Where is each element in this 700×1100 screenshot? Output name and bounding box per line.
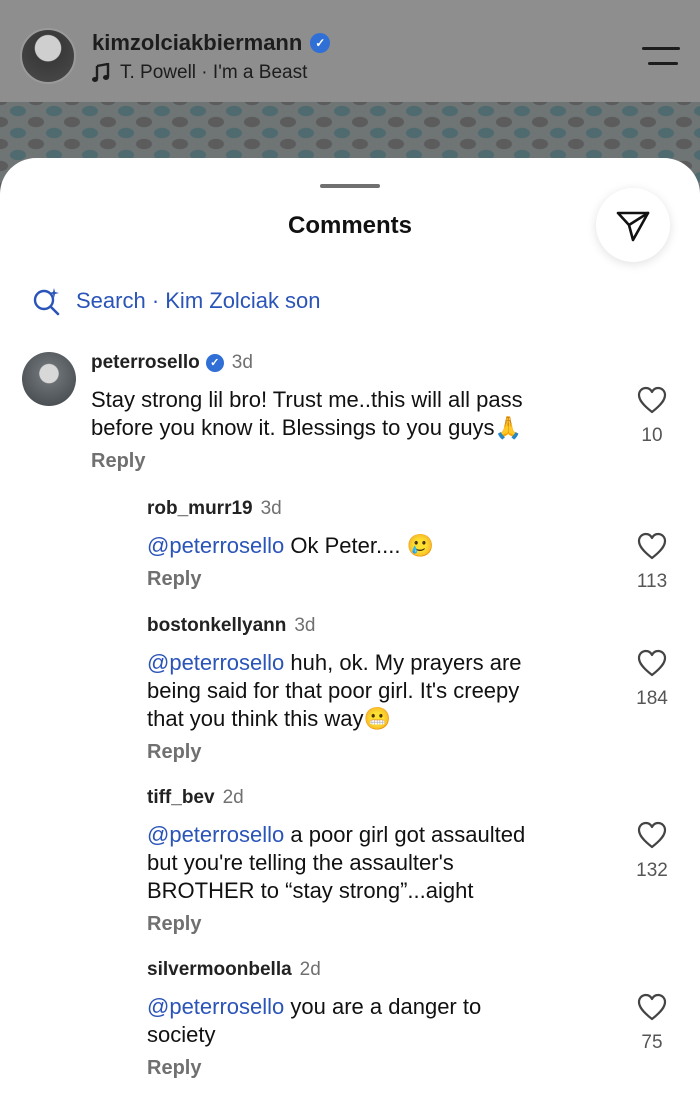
comment-line: @peterrosello Ok Peter.... 🥲 [147,532,617,560]
mention-link[interactable]: @peterrosello [147,650,284,675]
comment-line: Stay strong lil bro! Trust me..this will… [91,387,523,412]
comment-timestamp: 2d [299,959,321,980]
comment-line-text: you are a danger to [284,994,482,1019]
verified-badge-icon: ✓ [310,33,331,53]
comment-line: @peterrosello a poor girl got assaulted [147,821,617,849]
comment-line: @peterrosello huh, ok. My prayers are [147,649,617,677]
reel-author-avatar[interactable] [20,28,76,84]
avatar[interactable] [22,352,76,406]
sheet-grabber-handle[interactable] [320,184,380,188]
comment-timestamp: 2d [222,787,244,808]
comment-text: @peterrosello you are a danger to societ… [147,993,617,1049]
like-count: 113 [636,571,668,592]
comment-timestamp: 3d [260,498,282,519]
menu-icon[interactable] [642,44,680,68]
like-button[interactable]: 184 [634,649,670,710]
reply-button[interactable]: Reply [91,450,145,473]
comment-text: @peterrosello a poor girl got assaulted … [147,821,617,905]
comment-line: that you think this way😬 [147,706,391,731]
reel-author[interactable]: kimzolciakbiermann ✓ [92,30,331,56]
verified-badge-icon: ✓ [205,354,224,372]
comment-line: society [147,1022,216,1047]
comment-username[interactable]: tiff_bev [147,787,215,809]
share-button[interactable] [596,188,670,262]
comment-author[interactable]: tiff_bev 2d [147,787,244,809]
comment-username[interactable]: peterrosello [91,352,200,374]
mention-link[interactable]: @peterrosello [147,994,284,1019]
comments-sheet: Comments Search · Kim Zolciak son peterr… [0,158,700,1100]
comment-author[interactable]: rob_murr19 3d [147,498,282,520]
like-count: 75 [641,1032,663,1053]
like-button[interactable]: 132 [634,821,670,882]
heart-outline-icon [637,386,667,414]
music-note-icon [92,63,110,82]
like-button[interactable]: 10 [634,386,670,447]
like-button[interactable]: 113 [634,532,670,593]
reply-button[interactable]: Reply [147,568,201,591]
reel-author-username[interactable]: kimzolciakbiermann [92,30,302,56]
search-suggestion-label: Search · Kim Zolciak son [76,288,321,313]
paper-plane-icon [616,211,650,242]
mention-link[interactable]: @peterrosello [147,822,284,847]
reel-music-label: T. Powell · I'm a Beast [120,62,308,83]
search-suggestion[interactable]: Search · Kim Zolciak son [32,286,321,316]
heart-outline-icon [637,532,667,560]
comment-text: Stay strong lil bro! Trust me..this will… [91,386,561,442]
comment-line: BROTHER to “stay strong”...aight [147,878,474,903]
comment-text: @peterrosello huh, ok. My prayers are be… [147,649,617,733]
like-count: 184 [636,688,668,709]
comment-author[interactable]: silvermoonbella 2d [147,959,321,981]
comment-line: but you're telling the assaulter's [147,850,454,875]
comment-line-text: huh, ok. My prayers are [284,650,522,675]
comment-username[interactable]: rob_murr19 [147,498,253,520]
search-sparkle-icon [33,288,60,316]
like-count: 10 [641,425,663,446]
sheet-title: Comments [287,212,413,239]
comment-username[interactable]: bostonkellyann [147,615,286,637]
heart-outline-icon [637,993,667,1021]
heart-outline-icon [637,821,667,849]
comment-author[interactable]: peterrosello ✓ 3d [91,352,253,374]
comment-line: before you know it. Blessings to you guy… [91,415,522,440]
comment-line: being said for that poor girl. It's cree… [147,678,520,703]
comment-timestamp: 3d [231,352,253,373]
reply-button[interactable]: Reply [147,913,201,936]
comment-author[interactable]: bostonkellyann 3d [147,615,316,637]
comment-text: @peterrosello Ok Peter.... 🥲 [147,532,617,560]
like-button[interactable]: 75 [634,993,670,1054]
comment-username[interactable]: silvermoonbella [147,959,292,981]
comment-line-text: a poor girl got assaulted [284,822,526,847]
mention-link[interactable]: @peterrosello [147,533,284,558]
reel-music[interactable]: T. Powell · I'm a Beast [92,62,307,84]
like-count: 132 [636,860,668,881]
comment-line: @peterrosello you are a danger to [147,993,617,1021]
heart-outline-icon [637,649,667,677]
reply-button[interactable]: Reply [147,741,201,764]
comment-line-text: Ok Peter.... 🥲 [284,533,434,558]
reply-button[interactable]: Reply [147,1057,201,1080]
comment-timestamp: 3d [294,615,316,636]
